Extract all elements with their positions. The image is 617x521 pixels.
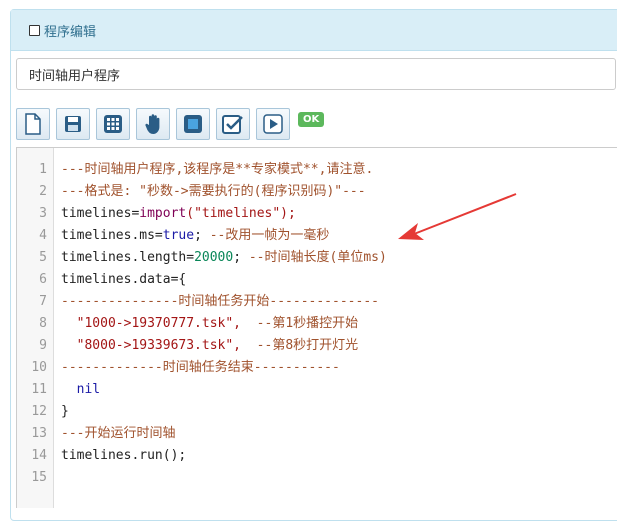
annotation-arrow-icon <box>398 193 517 240</box>
